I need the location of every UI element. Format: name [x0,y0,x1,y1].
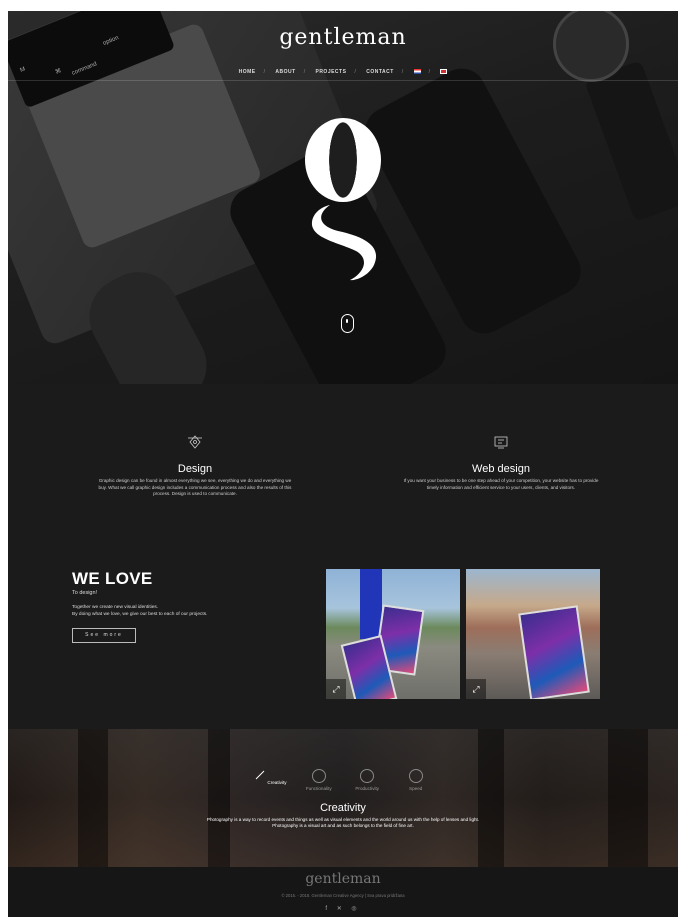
footer: gentleman © 2015. - 2018. Gentleman Crea… [8,867,678,917]
creativity-line: Photography is a way to record events an… [206,817,480,822]
tab-functionality[interactable]: Functionality [297,769,341,791]
tab-creativity[interactable]: Creativity [248,769,292,785]
nav-separator: / [303,69,306,75]
nav-separator: / [263,69,266,75]
gallery-photo[interactable]: ⤢ [326,569,460,699]
footer-logo[interactable]: gentleman [8,867,678,887]
flag-hr-icon[interactable] [413,69,421,75]
background-pillar [608,729,648,867]
background-pillar [78,729,108,867]
twitter-icon[interactable]: ✕ [337,906,346,912]
creativity-title: Creativity [320,802,366,814]
we-love-subtitle: To design! [72,590,98,596]
service-text: If you want your business to be one step… [403,478,599,490]
tab-speed[interactable]: Speed [394,769,438,791]
social-links: f ✕ ◎ [8,905,678,912]
gallery-photo[interactable]: ⤢ [466,569,600,699]
creativity-line: Photography is a visual art and as such … [272,823,414,829]
feature-tabs: Creativity Functionality Productivity Sp… [8,769,678,791]
creativity-text: Photography is a way to record events an… [168,817,518,830]
pen-tool-icon [188,435,202,449]
main-nav: HOME / ABOUT / PROJECTS / CONTACT / / [8,69,678,75]
nav-item-about[interactable]: ABOUT [275,69,295,75]
nav-item-contact[interactable]: CONTACT [366,69,394,75]
we-love-title: WE LOVE [72,569,153,588]
footer-copyright: © 2015. - 2018. Gentleman Creative Agenc… [281,893,405,898]
instagram-icon[interactable]: ◎ [351,906,360,912]
nav-item-home[interactable]: HOME [239,69,256,75]
we-love-text: Together we create new visual identities… [72,605,302,619]
nav-item-projects[interactable]: PROJECTS [315,69,346,75]
tab-label: Productivity [355,786,380,791]
service-design: Design Graphic design can be found in al… [95,434,295,498]
facebook-icon[interactable]: f [325,906,331,912]
service-text: Graphic design can be found in almost ev… [98,478,292,497]
flag-en-icon[interactable] [440,69,448,75]
service-web-design: Web design If you want your business to … [401,434,601,491]
nav-separator: / [401,69,404,75]
nav-separator: / [354,69,357,75]
expand-icon[interactable]: ⤢ [326,679,346,699]
monitor-code-icon [494,436,508,449]
monogram-o-icon [305,118,381,202]
expand-icon[interactable]: ⤢ [466,679,486,699]
nav-separator: / [428,69,431,75]
tab-label: Functionality [305,786,332,791]
poster-shape [518,605,590,699]
service-title: Design [177,463,213,475]
service-title: Web design [472,463,530,475]
page: M ⌘ command option gentleman HOME / ABOUT… [8,11,678,917]
tab-label: Speed [409,786,423,791]
see-more-button[interactable]: See more [72,627,136,643]
gear-icon [311,769,326,783]
scroll-down-icon[interactable] [341,314,354,333]
hero-section: M ⌘ command option gentleman HOME / ABOUT… [8,11,678,384]
site-logo[interactable]: gentleman [8,25,678,50]
tab-label: Creativity [267,780,287,785]
background-pillar [478,729,504,867]
we-love-section: WE LOVE To design! Together we create ne… [72,569,302,643]
monogram-g-icon [311,205,377,281]
speed-icon [408,769,423,783]
watch-strap-photo [584,60,678,222]
we-love-line: Together we create new visual identities… [72,605,159,610]
pencil-icon [255,770,265,780]
background-pillar [208,729,230,867]
we-love-line: By doing what we love, we give our best … [72,611,208,617]
medal-icon [360,769,375,783]
nav-divider [8,80,678,81]
tab-productivity[interactable]: Productivity [345,769,389,791]
creativity-section: Creativity Functionality Productivity Sp… [8,729,678,867]
services-section: Design Graphic design can be found in al… [8,384,678,539]
